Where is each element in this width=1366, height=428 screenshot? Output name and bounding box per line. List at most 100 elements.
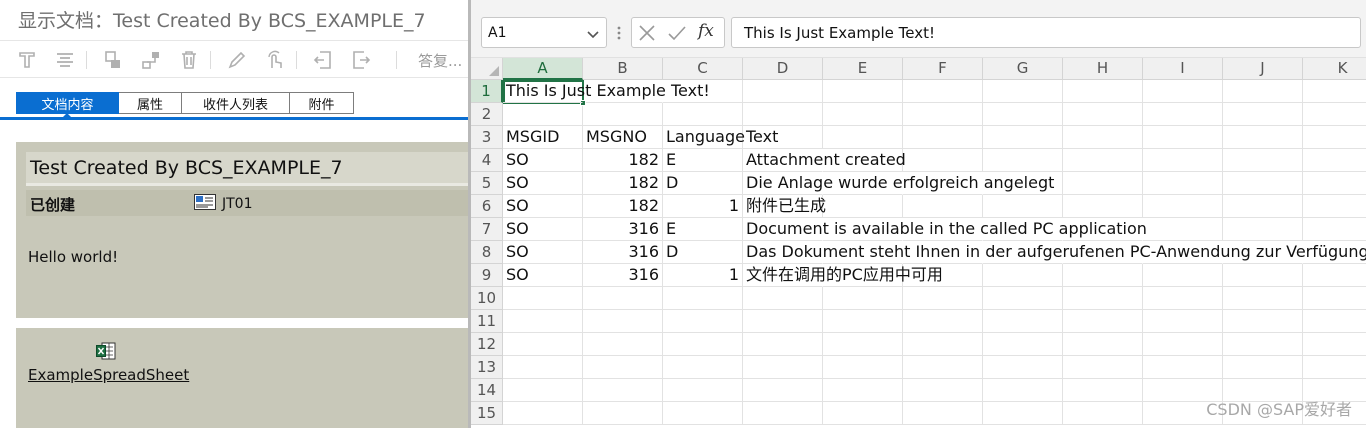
cell-k11[interactable]: [1303, 310, 1366, 333]
cell-b2[interactable]: [583, 103, 663, 126]
cell-d12[interactable]: [743, 333, 823, 356]
cell-k5[interactable]: [1303, 172, 1366, 195]
forward-icon[interactable]: [16, 49, 38, 71]
row-header-14[interactable]: 14: [471, 379, 503, 402]
cell-d3[interactable]: Text: [743, 126, 823, 149]
row-header-3[interactable]: 3: [471, 126, 503, 149]
cell-g11[interactable]: [983, 310, 1063, 333]
cell-e10[interactable]: [823, 287, 903, 310]
cell-d6[interactable]: 附件已生成: [743, 195, 826, 218]
column-header-h[interactable]: H: [1063, 58, 1143, 80]
row-header-7[interactable]: 7: [471, 218, 503, 241]
cell-b10[interactable]: [583, 287, 663, 310]
cell-k7[interactable]: [1303, 218, 1366, 241]
column-header-k[interactable]: K: [1303, 58, 1366, 80]
cell-d5[interactable]: Die Anlage wurde erfolgreich angelegt: [743, 172, 1054, 195]
cell-b11[interactable]: [583, 310, 663, 333]
cell-j13[interactable]: [1223, 356, 1303, 379]
cell-a15[interactable]: [503, 402, 583, 425]
cell-c5[interactable]: D: [663, 172, 743, 195]
cell-b3[interactable]: MSGNO: [583, 126, 663, 149]
cell-k10[interactable]: [1303, 287, 1366, 310]
column-header-d[interactable]: D: [743, 58, 823, 80]
column-header-b[interactable]: B: [583, 58, 663, 80]
cell-f11[interactable]: [903, 310, 983, 333]
cell-b4[interactable]: 182: [583, 149, 663, 172]
column-header-i[interactable]: I: [1143, 58, 1223, 80]
cell-g10[interactable]: [983, 287, 1063, 310]
cell-d9[interactable]: 文件在调用的PC应用中可用: [743, 264, 943, 287]
cell-j3[interactable]: [1223, 126, 1303, 149]
row-header-9[interactable]: 9: [471, 264, 503, 287]
cell-c13[interactable]: [663, 356, 743, 379]
cell-i5[interactable]: [1143, 172, 1223, 195]
cell-b15[interactable]: [583, 402, 663, 425]
cell-a8[interactable]: SO: [503, 241, 583, 264]
cell-e6[interactable]: [823, 195, 903, 218]
cell-c6[interactable]: 1: [663, 195, 743, 218]
cell-f10[interactable]: [903, 287, 983, 310]
cell-i9[interactable]: [1143, 264, 1223, 287]
cell-d2[interactable]: [743, 103, 823, 126]
cell-i10[interactable]: [1143, 287, 1223, 310]
hierarchy-icon[interactable]: [140, 49, 162, 71]
list-format-icon[interactable]: [54, 49, 76, 71]
cell-d15[interactable]: [743, 402, 823, 425]
cell-k6[interactable]: [1303, 195, 1366, 218]
cell-f3[interactable]: [903, 126, 983, 149]
cell-a10[interactable]: [503, 287, 583, 310]
cancel-icon[interactable]: [636, 23, 658, 43]
cell-b5[interactable]: 182: [583, 172, 663, 195]
cell-j10[interactable]: [1223, 287, 1303, 310]
cell-i2[interactable]: [1143, 103, 1223, 126]
cell-i4[interactable]: [1143, 149, 1223, 172]
cell-c12[interactable]: [663, 333, 743, 356]
cell-f13[interactable]: [903, 356, 983, 379]
cell-a4[interactable]: SO: [503, 149, 583, 172]
cell-h3[interactable]: [1063, 126, 1143, 149]
row-header-13[interactable]: 13: [471, 356, 503, 379]
column-header-e[interactable]: E: [823, 58, 903, 80]
import-icon[interactable]: [312, 49, 334, 71]
cell-c10[interactable]: [663, 287, 743, 310]
cell-j9[interactable]: [1223, 264, 1303, 287]
export-icon[interactable]: [350, 49, 372, 71]
cell-h9[interactable]: [1063, 264, 1143, 287]
tab-recipient-list[interactable]: 收件人列表: [182, 92, 290, 114]
cell-h15[interactable]: [1063, 402, 1143, 425]
column-header-j[interactable]: J: [1223, 58, 1303, 80]
cell-a9[interactable]: SO: [503, 264, 583, 287]
cell-j2[interactable]: [1223, 103, 1303, 126]
cell-c8[interactable]: D: [663, 241, 743, 264]
row-header-2[interactable]: 2: [471, 103, 503, 126]
cell-j6[interactable]: [1223, 195, 1303, 218]
cell-b8[interactable]: 316: [583, 241, 663, 264]
cell-h2[interactable]: [1063, 103, 1143, 126]
reply-more-button[interactable]: 答复...: [418, 50, 462, 71]
user-card-icon[interactable]: [194, 194, 216, 210]
cell-d1[interactable]: [743, 80, 823, 103]
cell-f14[interactable]: [903, 379, 983, 402]
cell-c3[interactable]: Language: [663, 126, 745, 149]
cell-d7[interactable]: Document is available in the called PC a…: [743, 218, 1147, 241]
cell-e11[interactable]: [823, 310, 903, 333]
row-header-15[interactable]: 15: [471, 402, 503, 425]
cell-g4[interactable]: [983, 149, 1063, 172]
row-header-6[interactable]: 6: [471, 195, 503, 218]
cell-i13[interactable]: [1143, 356, 1223, 379]
cell-c9[interactable]: 1: [663, 264, 743, 287]
cell-g1[interactable]: [983, 80, 1063, 103]
cell-a1[interactable]: This Is Just Example Text!: [503, 80, 710, 103]
cell-h10[interactable]: [1063, 287, 1143, 310]
cell-f1[interactable]: [903, 80, 983, 103]
cell-c15[interactable]: [663, 402, 743, 425]
cell-d4[interactable]: Attachment created: [743, 149, 906, 172]
row-header-8[interactable]: 8: [471, 241, 503, 264]
cell-i7[interactable]: [1143, 218, 1223, 241]
cell-a13[interactable]: [503, 356, 583, 379]
cell-d14[interactable]: [743, 379, 823, 402]
trash-icon[interactable]: [178, 49, 200, 71]
cell-j1[interactable]: [1223, 80, 1303, 103]
column-header-f[interactable]: F: [903, 58, 983, 80]
cell-k9[interactable]: [1303, 264, 1366, 287]
